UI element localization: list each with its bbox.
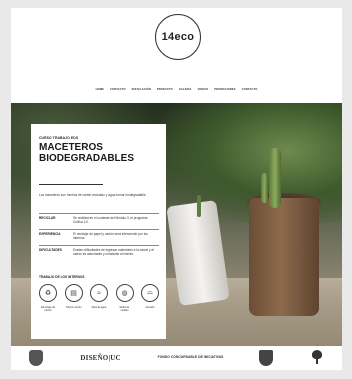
- row-divider: [39, 245, 159, 246]
- sponsor-bar: DISEÑO|UC FONDO CONCURSABLE DE INICIATIV…: [11, 346, 342, 370]
- card-kicker: CURSO TRABAJO EDS: [39, 136, 79, 140]
- row-divider: [39, 229, 159, 230]
- gendarmeria-shield-logo[interactable]: [258, 350, 273, 366]
- row-key: Dificultades: [39, 248, 62, 252]
- title-divider: [39, 184, 103, 185]
- nav-item-videos[interactable]: Videos: [198, 88, 209, 91]
- tree-trunk: [315, 359, 318, 364]
- info-row-reciclar: Reciclar Se reutiliza en el conteste del…: [39, 213, 159, 225]
- cactus-main: [269, 148, 281, 208]
- tree-logo[interactable]: [310, 350, 324, 366]
- nav-item-instalacion[interactable]: Instalación: [132, 88, 151, 91]
- tree-crown: [311, 350, 322, 359]
- info-row-dificultades: Dificultades Existen dificultades de ing…: [39, 245, 159, 257]
- nav-item-promociones[interactable]: Promociones: [214, 88, 235, 91]
- cactus-branch: [261, 173, 268, 203]
- row-value: Se reutiliza en el conteste del Módulo 3…: [73, 216, 148, 225]
- row-value: El reciclaje de papel y cartón será inte…: [73, 232, 148, 241]
- process-icons: ♻ ▤ ≈ ◍ ⌓: [39, 284, 159, 302]
- nav-item-producto[interactable]: Producto: [157, 88, 173, 91]
- pot-icon: ⌓: [141, 284, 159, 302]
- recycle-icon: ♻: [39, 284, 57, 302]
- row-value: Existen dificultades de ingresar materia…: [73, 248, 154, 257]
- mold-icon: ◍: [115, 284, 134, 302]
- card-intro: Los maceteros son hechos de cartón recic…: [39, 193, 147, 197]
- process-labels: Reciclaje de cartón Triturar cartón Mezc…: [39, 306, 159, 312]
- step-label: Reciclaje de cartón: [40, 306, 56, 313]
- university-crest-logo[interactable]: [29, 350, 44, 366]
- info-row-experiencia: Experiencia El reciclaje de papel y cart…: [39, 229, 159, 241]
- nav-item-home[interactable]: Home: [96, 88, 104, 91]
- step-label: Mezcla agua: [91, 306, 107, 309]
- row-key: Reciclar: [39, 216, 56, 220]
- nav-item-galeria[interactable]: Galería: [179, 88, 192, 91]
- steps-heading: TRABAJO DE LOS INTERNOS: [39, 275, 85, 279]
- card-title: MACETEROS BIODEGRADABLES: [39, 142, 135, 164]
- row-divider: [39, 213, 159, 214]
- water-icon: ≈: [90, 284, 108, 302]
- nav-item-contacto[interactable]: Contacto: [110, 88, 126, 91]
- step-label: Triturar cartón: [65, 306, 82, 309]
- step-label: Secado: [145, 306, 155, 309]
- main-nav: Home Contacto Instalación Producto Galer…: [11, 88, 342, 91]
- nav-item-contacto-2[interactable]: Contacto: [242, 88, 258, 91]
- row-key: Experiencia: [39, 232, 61, 236]
- fondo-concursable-logo[interactable]: FONDO CONCURSABLE DE INICIATIVAS: [158, 355, 224, 360]
- brand-logo[interactable]: 14eco: [155, 14, 201, 60]
- seedling: [197, 195, 201, 217]
- shred-icon: ▤: [64, 284, 83, 302]
- diseno-uc-logo[interactable]: DISEÑO|UC: [80, 354, 120, 362]
- info-card: CURSO TRABAJO EDS MACETEROS BIODEGRADABL…: [31, 124, 166, 339]
- page: 14eco Home Contacto Instalación Producto…: [11, 8, 342, 370]
- step-label: Rellenar moldes: [119, 306, 130, 313]
- cork-pot: [249, 198, 319, 316]
